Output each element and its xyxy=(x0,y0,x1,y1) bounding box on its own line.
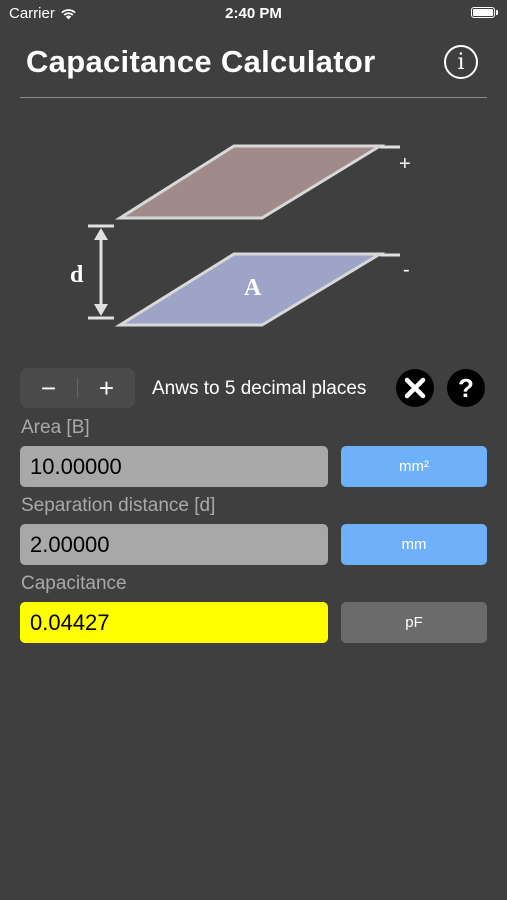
close-icon xyxy=(404,377,426,399)
distance-label: d xyxy=(70,262,84,288)
area-label-text: Area [B] xyxy=(21,417,90,438)
area-label: A xyxy=(244,275,262,301)
info-icon: i xyxy=(457,49,465,75)
area-input[interactable]: 10.00000 xyxy=(20,446,328,487)
status-time: 2:40 PM xyxy=(225,5,282,22)
capacitance-unit-button[interactable]: pF xyxy=(341,602,487,643)
capacitance-label-text: Capacitance xyxy=(21,573,127,594)
info-button[interactable]: i xyxy=(444,45,478,79)
separation-input[interactable]: 2.00000 xyxy=(20,524,328,565)
decrement-button[interactable]: − xyxy=(20,368,77,408)
plus-sign: + xyxy=(399,153,411,175)
area-unit-button[interactable]: mm² xyxy=(341,446,487,487)
separation-unit-button[interactable]: mm xyxy=(341,524,487,565)
increment-button[interactable]: + xyxy=(78,368,135,408)
minus-sign: - xyxy=(403,259,410,281)
question-icon: ? xyxy=(458,372,474,403)
separation-label-text: Separation distance [d] xyxy=(21,495,216,516)
capacitance-output[interactable]: 0.04427 xyxy=(20,602,328,643)
decimal-places-label: Anws to 5 decimal places xyxy=(152,378,367,399)
separation-dimension xyxy=(88,224,114,320)
app-screen: Carrier 2:40 PM Capacitance Calculator i… xyxy=(0,0,507,900)
status-bar: Carrier 2:40 PM xyxy=(0,0,507,28)
clear-button[interactable] xyxy=(396,369,434,407)
page-title: Capacitance Calculator xyxy=(26,44,376,79)
capacitor-diagram: + - A d xyxy=(70,144,411,327)
top-plate xyxy=(114,144,386,220)
help-button[interactable]: ? xyxy=(447,369,485,407)
header-divider xyxy=(20,97,487,98)
battery-icon xyxy=(471,7,498,18)
decimal-stepper: − + xyxy=(20,368,135,408)
